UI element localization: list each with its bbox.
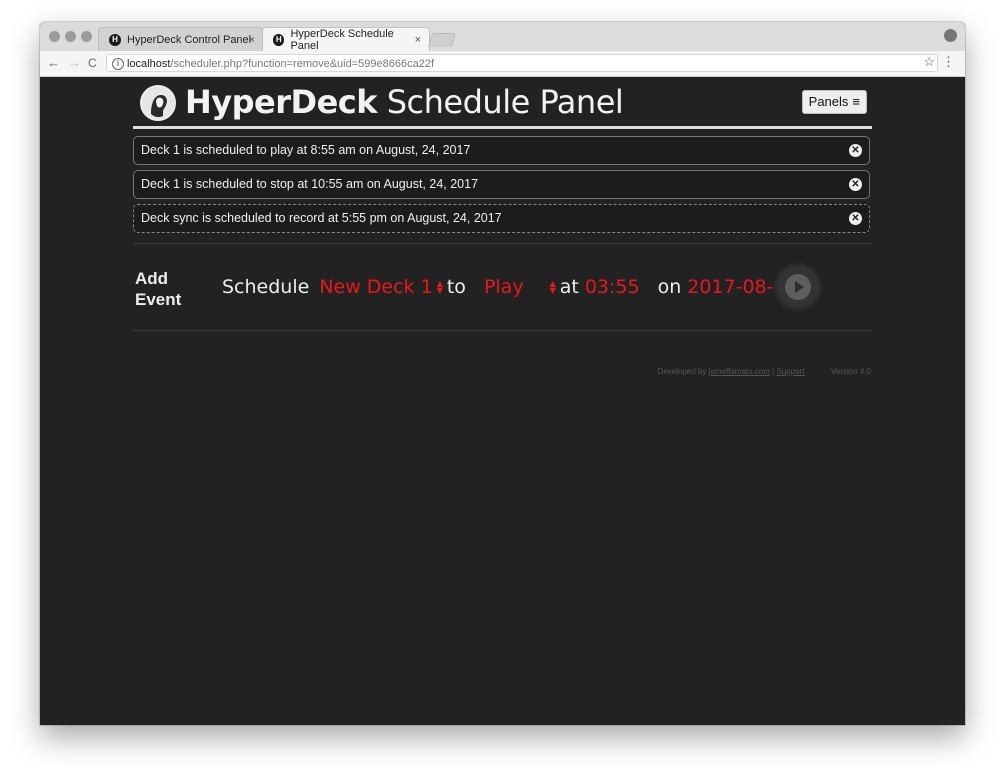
remove-event-icon[interactable]: ✕	[849, 178, 862, 191]
action-select[interactable]: Play	[484, 276, 524, 298]
address-bar[interactable]: i localhost/scheduler.php?function=remov…	[106, 54, 938, 72]
tab-hyperdeck-schedule-panel[interactable]: H HyperDeck Schedule Panel ×	[262, 27, 430, 52]
browser-titlebar: H HyperDeck Control Panel × H HyperDeck …	[40, 22, 965, 52]
scheduled-event-row: Deck 1 is scheduled to stop at 10:55 am …	[133, 170, 870, 199]
tab-close-icon[interactable]: ×	[415, 34, 421, 46]
add-event-heading-line2: Event	[135, 290, 182, 309]
tab-hyperdeck-control-panel[interactable]: H HyperDeck Control Panel ×	[98, 27, 264, 51]
browser-window: H HyperDeck Control Panel × H HyperDeck …	[40, 22, 965, 725]
play-icon	[785, 274, 811, 300]
hyperdeck-logo	[140, 85, 176, 121]
hamburger-menu-icon: ≡	[852, 94, 860, 109]
browser-menu-icon[interactable]: ⋮	[942, 54, 955, 70]
deck-select-updown-icon[interactable]: ▲ ▼	[437, 280, 443, 295]
footer-divider: |	[772, 367, 775, 376]
divider	[133, 243, 872, 244]
scheduled-event-text: Deck 1 is scheduled to stop at 10:55 am …	[141, 177, 479, 191]
back-arrow-icon[interactable]: ←	[47, 55, 60, 70]
scheduled-event-text: Deck sync is scheduled to record at 5:55…	[141, 211, 502, 225]
url-path: /scheduler.php?function=remove&uid=599e8…	[170, 58, 435, 70]
page-title-light: Schedule Panel	[386, 83, 624, 121]
author-link[interactable]: jameffamato.com	[709, 367, 770, 376]
action-select-updown-icon[interactable]: ▲ ▼	[550, 280, 556, 295]
footer: Developed by jameffamato.com | Support V…	[658, 367, 871, 376]
panels-button[interactable]: Panels ≡	[801, 90, 867, 114]
add-event-heading: Add Event	[135, 268, 181, 310]
schedule-word: Schedule	[222, 276, 310, 298]
scheduled-event-row: Deck sync is scheduled to record at 5:55…	[133, 204, 870, 233]
minimize-window-button[interactable]	[65, 31, 76, 42]
title-divider	[133, 126, 872, 129]
support-link[interactable]: Support	[776, 367, 804, 376]
close-window-button[interactable]	[49, 31, 60, 42]
to-word: to	[446, 276, 466, 298]
zoom-window-button[interactable]	[81, 31, 92, 42]
new-tab-button[interactable]	[427, 33, 457, 47]
time-input[interactable]: 03:55	[585, 276, 640, 298]
scheduled-event-text: Deck 1 is scheduled to play at 8:55 am o…	[141, 143, 471, 157]
add-event-heading-line1: Add	[135, 269, 169, 288]
divider	[133, 330, 872, 331]
scheduled-event-row: Deck 1 is scheduled to play at 8:55 am o…	[133, 136, 870, 165]
hyperdeck-favicon-icon: H	[273, 33, 285, 46]
url-host: localhost	[127, 58, 171, 70]
panels-button-label: Panels	[808, 94, 849, 109]
deck-select[interactable]: New Deck 1	[319, 276, 432, 298]
version-text: Version 4.0	[830, 367, 871, 376]
profile-icon[interactable]	[944, 29, 957, 42]
remove-event-icon[interactable]: ✕	[849, 212, 862, 225]
footer-developed-by: Developed by	[657, 367, 707, 376]
page-title: HyperDeck Schedule Panel	[185, 83, 624, 121]
submit-event-button[interactable]	[777, 266, 819, 308]
bookmark-star-icon[interactable]: ☆	[923, 54, 935, 70]
hyperdeck-favicon-icon: H	[109, 33, 121, 46]
page-content: HyperDeck Schedule Panel Panels ≡ Deck 1…	[40, 77, 965, 725]
tab-label: HyperDeck Control Panel	[127, 33, 252, 46]
forward-arrow-icon[interactable]: →	[68, 55, 81, 70]
reload-icon[interactable]: C	[88, 56, 97, 70]
tab-close-icon[interactable]: ×	[249, 34, 255, 46]
at-word: at	[559, 276, 579, 298]
tab-label: HyperDeck Schedule Panel	[290, 27, 394, 52]
on-word: on	[657, 276, 682, 298]
browser-toolbar: ← → C i localhost/scheduler.php?function…	[40, 51, 965, 77]
page-title-bold: HyperDeck	[185, 83, 378, 121]
site-info-icon[interactable]: i	[112, 58, 124, 70]
add-event-form: Schedule New Deck 1 ▲ ▼ to Play ▲ ▼ at 03:…	[222, 276, 798, 298]
remove-event-icon[interactable]: ✕	[849, 144, 862, 157]
